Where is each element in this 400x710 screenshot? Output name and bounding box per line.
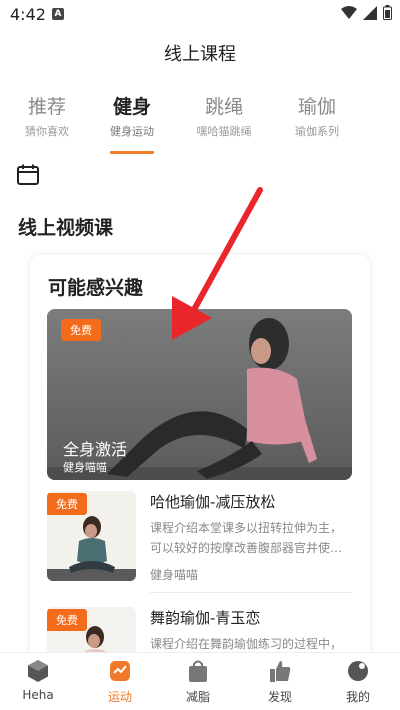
- course-title: 哈他瑜伽-减压放松: [150, 493, 276, 511]
- tab-recommend[interactable]: 推荐 猜你喜欢: [2, 92, 92, 139]
- featured-author: 健身喵喵: [63, 461, 107, 474]
- tab-sublabel: 猜你喜欢: [25, 125, 69, 138]
- course-author: 健身喵喵: [150, 568, 199, 582]
- nav-label: 减脂: [185, 690, 210, 704]
- nav-profile[interactable]: 我的: [326, 659, 390, 705]
- sport-icon: [110, 661, 130, 681]
- status-time: 4:42: [10, 5, 46, 24]
- nav-heha[interactable]: Heha: [6, 659, 70, 702]
- course-description: 课程介绍在舞韵瑜伽练习的过程中，: [150, 637, 343, 651]
- tab-sublabel: 嘿哈猫跳绳: [196, 125, 252, 138]
- profile-icon: [348, 661, 368, 681]
- section-title: 线上视频课: [18, 217, 114, 239]
- tab-label: 推荐: [27, 96, 66, 118]
- nav-discover[interactable]: 发现: [248, 659, 312, 705]
- card-heading: 可能感兴趣: [48, 277, 144, 299]
- category-tabs: 推荐 猜你喜欢 健身 健身运动 跳绳 嘿哈猫跳绳 瑜伽 瑜伽系列: [0, 92, 400, 158]
- course-thumbnail: 免费: [47, 491, 136, 581]
- nav-label: 运动: [107, 690, 132, 704]
- featured-title: 全身激活: [63, 440, 128, 459]
- tab-label: 跳绳: [204, 96, 243, 118]
- thumbs-up-icon: [270, 661, 291, 682]
- tab-fitness[interactable]: 健身 健身运动: [87, 92, 177, 139]
- page-title: 线上课程: [164, 44, 236, 65]
- tab-sublabel: 健身运动: [110, 125, 154, 138]
- nav-label: 我的: [345, 690, 370, 704]
- wifi-icon: [341, 5, 357, 19]
- divider: [150, 592, 352, 593]
- heha-logo-icon: [28, 660, 48, 682]
- status-icons: [341, 5, 392, 20]
- tab-label: 健身: [112, 96, 151, 118]
- tab-yoga[interactable]: 瑜伽 瑜伽系列: [272, 92, 362, 139]
- nav-sport[interactable]: 运动: [88, 659, 152, 705]
- course-description: 课程介绍本堂课多以扭转拉伸为主，可以较好的按摩改善腹部器官并使…: [150, 521, 343, 555]
- course-title: 舞韵瑜伽-青玉恋: [150, 609, 261, 627]
- calendar-icon[interactable]: [16, 163, 40, 187]
- bottom-navigation: Heha 运动 减脂 发现 我的: [0, 652, 400, 710]
- notification-icon: A: [52, 8, 64, 20]
- list-item[interactable]: 免费 哈他瑜伽-减压放松 课程介绍本堂课多以扭转拉伸为主，可以较好的按摩改善腹部…: [47, 491, 352, 593]
- tab-label: 瑜伽: [297, 96, 336, 118]
- signal-icon: [363, 5, 377, 20]
- nav-label: 发现: [267, 690, 292, 704]
- nav-fat-loss[interactable]: 减脂: [166, 659, 230, 705]
- free-badge: 免费: [61, 319, 101, 341]
- course-card: 可能感兴趣 免费 全身激活 健身喵喵 免费 哈他瑜伽-减压放松 课程介绍本堂课多…: [30, 255, 370, 675]
- free-badge: 免费: [47, 493, 87, 515]
- active-tab-indicator: [110, 151, 154, 154]
- featured-course[interactable]: 免费 全身激活 健身喵喵: [47, 309, 352, 480]
- free-badge: 免费: [47, 609, 87, 631]
- nav-label: Heha: [22, 688, 54, 702]
- status-bar: 4:42 A: [0, 0, 400, 28]
- battery-icon: [383, 5, 392, 20]
- shopping-bag-icon: [189, 660, 207, 682]
- tab-sublabel: 瑜伽系列: [295, 125, 339, 138]
- tab-jump-rope[interactable]: 跳绳 嘿哈猫跳绳: [179, 92, 269, 139]
